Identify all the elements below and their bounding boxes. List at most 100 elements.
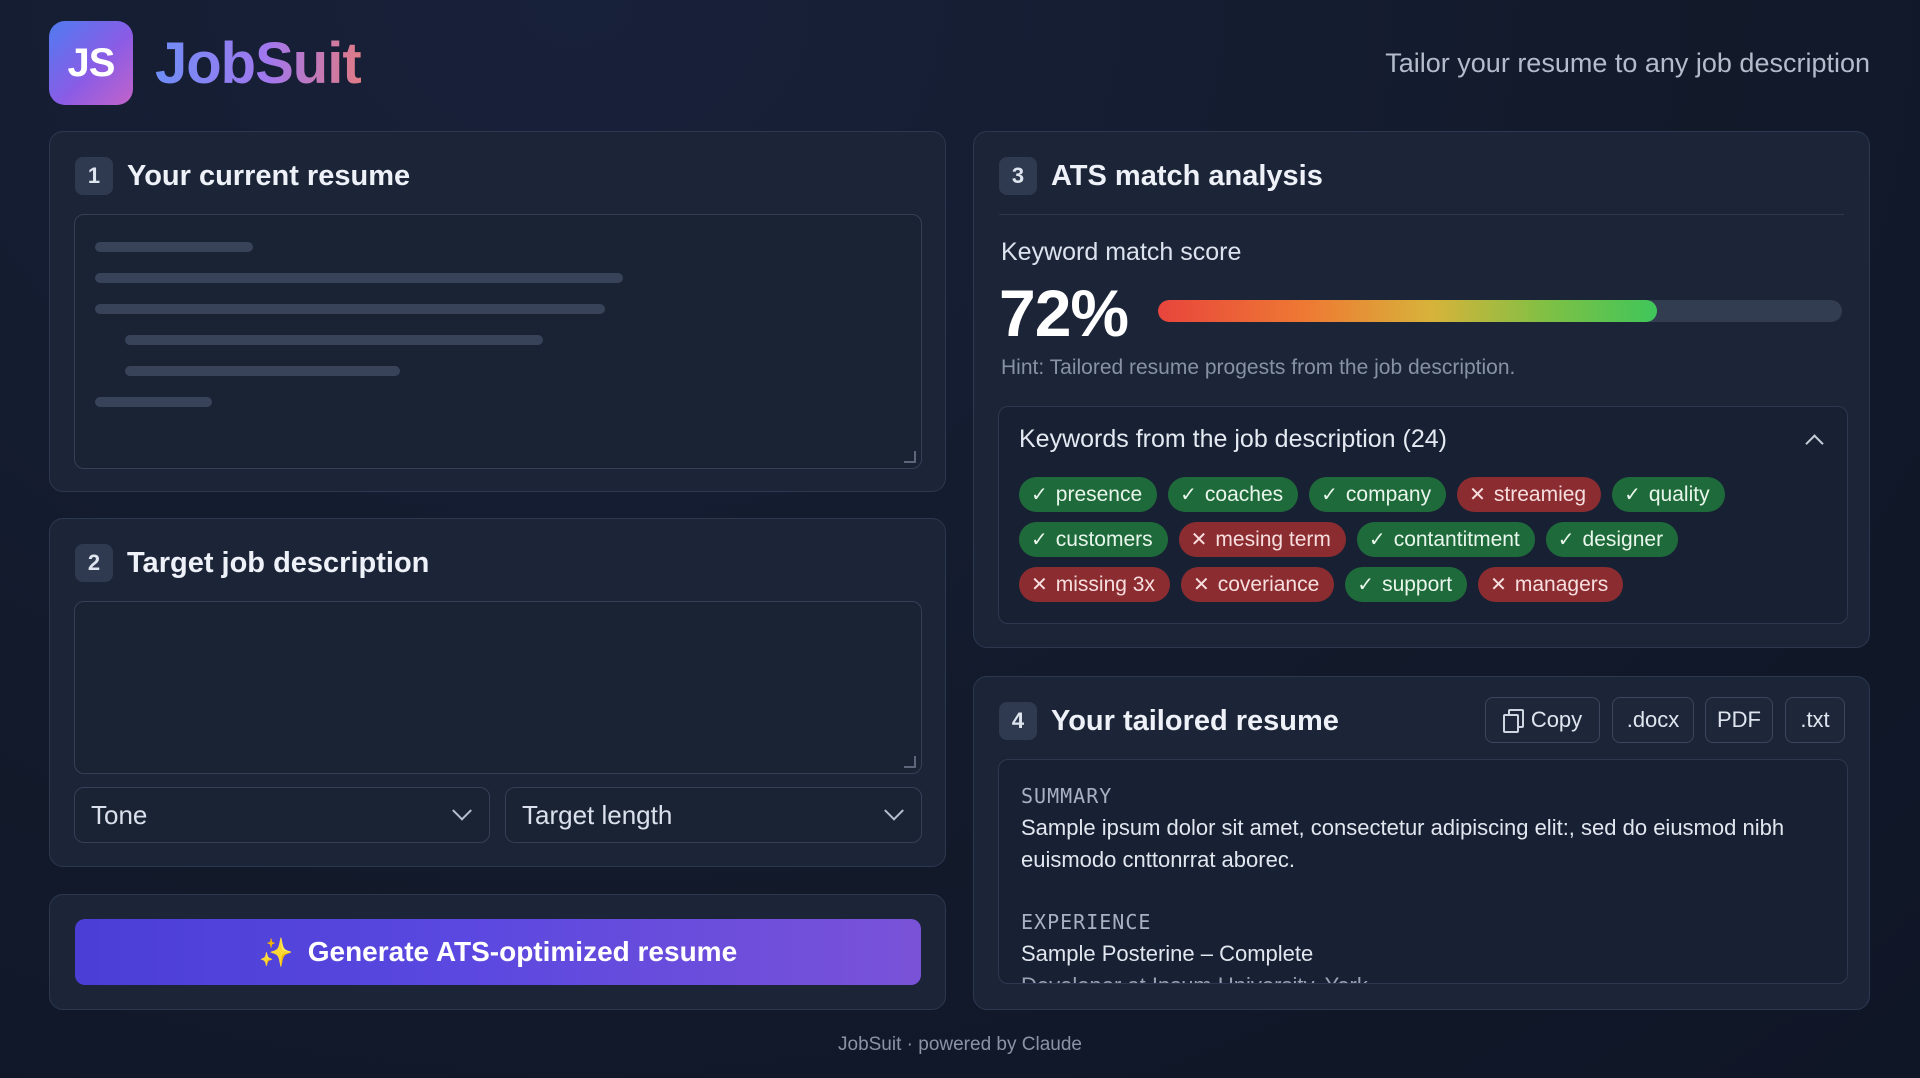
keyword-score-bar-fill bbox=[1158, 300, 1658, 322]
score-hint: Hint: Tailored resume progests from the … bbox=[1001, 356, 1516, 379]
x-icon: ✕ bbox=[1190, 529, 1208, 551]
check-icon: ✓ bbox=[1357, 574, 1375, 596]
chevron-down-icon bbox=[884, 800, 904, 821]
keyword-chip-label: streamieg bbox=[1493, 482, 1587, 506]
current-resume-title: Your current resume bbox=[127, 159, 411, 192]
job-description-card: 2 Target job description Tone Target len… bbox=[49, 518, 946, 867]
keyword-chip-matched: ✓ customers bbox=[1019, 522, 1168, 557]
current-resume-header: 1 Your current resume bbox=[75, 157, 410, 195]
placeholder-line bbox=[95, 397, 212, 407]
keywords-panel: Keywords from the job description (24) ✓… bbox=[998, 406, 1848, 624]
app-header: JS JobSuit Tailor your resume to any job… bbox=[49, 21, 1870, 105]
sparkles-icon: ✨ bbox=[258, 936, 294, 968]
keyword-chip-matched: ✓ quality bbox=[1612, 477, 1725, 512]
download-pdf-button[interactable]: PDF bbox=[1705, 697, 1773, 743]
x-icon: ✕ bbox=[1192, 574, 1210, 596]
summary-text: Sample ipsum dolor sit amet, consectetur… bbox=[1021, 815, 1785, 872]
generate-card: ✨ Generate ATS-optimized resume bbox=[49, 894, 946, 1010]
job-description-textarea[interactable] bbox=[74, 601, 922, 774]
keyword-score-value: 72% bbox=[999, 276, 1129, 350]
download-txt-button[interactable]: .txt bbox=[1785, 697, 1845, 743]
tailored-resume-header: 4 Your tailored resume bbox=[999, 702, 1339, 740]
keyword-chip-matched: ✓ company bbox=[1309, 477, 1447, 512]
step-badge: 4 bbox=[999, 702, 1037, 740]
copy-button[interactable]: Copy bbox=[1485, 697, 1600, 743]
keyword-chip-matched: ✓ support bbox=[1345, 567, 1468, 602]
target-length-select-label: Target length bbox=[522, 799, 673, 830]
placeholder-line bbox=[125, 366, 400, 376]
job-description-title: Target job description bbox=[127, 546, 430, 579]
keyword-chip-label: designer bbox=[1582, 527, 1664, 551]
keyword-chip-label: mesing term bbox=[1215, 527, 1331, 551]
keyword-chip-missing: ✕ streamieg bbox=[1457, 477, 1602, 512]
experience-heading: EXPERIENCE bbox=[1021, 910, 1152, 934]
divider bbox=[999, 214, 1844, 215]
keyword-chip-label: company bbox=[1345, 482, 1432, 506]
generate-button-label: Generate ATS-optimized resume bbox=[307, 936, 738, 967]
x-icon: ✕ bbox=[1490, 574, 1507, 596]
check-icon: ✓ bbox=[1557, 529, 1575, 551]
keyword-chip-matched: ✓ contantitment bbox=[1356, 522, 1535, 557]
chevron-up-icon[interactable] bbox=[1805, 434, 1824, 453]
current-resume-card: 1 Your current resume bbox=[49, 131, 946, 492]
keyword-chip-missing: ✕ coveriance bbox=[1180, 567, 1335, 602]
keyword-chip-label: quality bbox=[1648, 482, 1710, 506]
ats-analysis-card: 3 ATS match analysis Keyword match score… bbox=[973, 131, 1870, 648]
job-description-header: 2 Target job description bbox=[75, 544, 429, 582]
keyword-chips: ✓ presence ✓ coaches ✓ company ✕ streamieg ✓ qual… bbox=[1019, 477, 1827, 602]
placeholder-line bbox=[95, 304, 605, 314]
app-root: JS JobSuit Tailor your resume to any job… bbox=[0, 0, 1920, 1078]
placeholder-line bbox=[125, 335, 543, 345]
keyword-chip-label: coveriance bbox=[1217, 572, 1320, 596]
keyword-chip-missing: ✕ managers bbox=[1478, 567, 1624, 602]
step-badge: 1 bbox=[75, 157, 113, 195]
summary-heading: SUMMARY bbox=[1021, 784, 1113, 808]
keyword-chip-matched: ✓ presence bbox=[1019, 477, 1158, 512]
tailored-resume-card: 4 Your tailored resume Copy .docx PDF .t… bbox=[973, 676, 1870, 1010]
check-icon: ✓ bbox=[1624, 484, 1641, 506]
keyword-chip-label: customers bbox=[1055, 527, 1153, 551]
chevron-down-icon bbox=[452, 800, 472, 821]
step-badge: 3 bbox=[999, 157, 1037, 195]
tailored-resume-title: Your tailored resume bbox=[1051, 704, 1339, 737]
copy-icon bbox=[1502, 709, 1524, 733]
keyword-chip-label: missing 3x bbox=[1055, 572, 1155, 596]
resize-handle[interactable] bbox=[904, 451, 916, 463]
target-length-select[interactable]: Target length bbox=[505, 787, 922, 843]
header-tagline: Tailor your resume to any job descriptio… bbox=[1385, 47, 1870, 78]
copy-button-label: Copy bbox=[1530, 707, 1583, 732]
app-logo: JS bbox=[49, 21, 133, 105]
keywords-panel-title: Keywords from the job description (24) bbox=[1019, 425, 1447, 453]
current-resume-textarea[interactable] bbox=[74, 214, 922, 469]
keyword-chip-label: managers bbox=[1514, 572, 1609, 596]
ats-analysis-header: 3 ATS match analysis bbox=[999, 157, 1323, 195]
check-icon: ✓ bbox=[1180, 484, 1197, 506]
keyword-chip-label: contantitment bbox=[1393, 527, 1520, 551]
keyword-chip-matched: ✓ designer bbox=[1545, 522, 1679, 557]
check-icon: ✓ bbox=[1031, 484, 1048, 506]
tone-select-label: Tone bbox=[91, 799, 148, 830]
placeholder-line bbox=[95, 242, 253, 252]
check-icon: ✓ bbox=[1031, 529, 1048, 551]
generate-resume-button[interactable]: ✨ Generate ATS-optimized resume bbox=[75, 919, 921, 985]
resize-handle[interactable] bbox=[904, 756, 916, 768]
check-icon: ✓ bbox=[1321, 484, 1338, 506]
brand-name: JobSuit bbox=[155, 30, 362, 96]
keyword-score-bar bbox=[1158, 300, 1842, 322]
step-badge: 2 bbox=[75, 544, 113, 582]
placeholder-line bbox=[95, 273, 623, 283]
keyword-chip-matched: ✓ coaches bbox=[1168, 477, 1299, 512]
x-icon: ✕ bbox=[1031, 574, 1048, 596]
keyword-score-label: Keyword match score bbox=[1001, 238, 1242, 266]
experience-text: Sample Posterine – Complete bbox=[1021, 941, 1314, 966]
x-icon: ✕ bbox=[1469, 484, 1486, 506]
tailored-resume-output[interactable]: SUMMARY Sample ipsum dolor sit amet, con… bbox=[998, 759, 1848, 984]
ats-analysis-title: ATS match analysis bbox=[1051, 159, 1323, 192]
keyword-chip-missing: ✕ missing 3x bbox=[1019, 567, 1170, 602]
experience-text-more: Developer at Ipsum University, York bbox=[1021, 970, 1825, 983]
tone-select[interactable]: Tone bbox=[74, 787, 490, 843]
keyword-chip-label: coaches bbox=[1204, 482, 1284, 506]
download-docx-button[interactable]: .docx bbox=[1612, 697, 1694, 743]
keyword-chip-label: support bbox=[1382, 572, 1453, 596]
keyword-chip-label: presence bbox=[1055, 482, 1143, 506]
